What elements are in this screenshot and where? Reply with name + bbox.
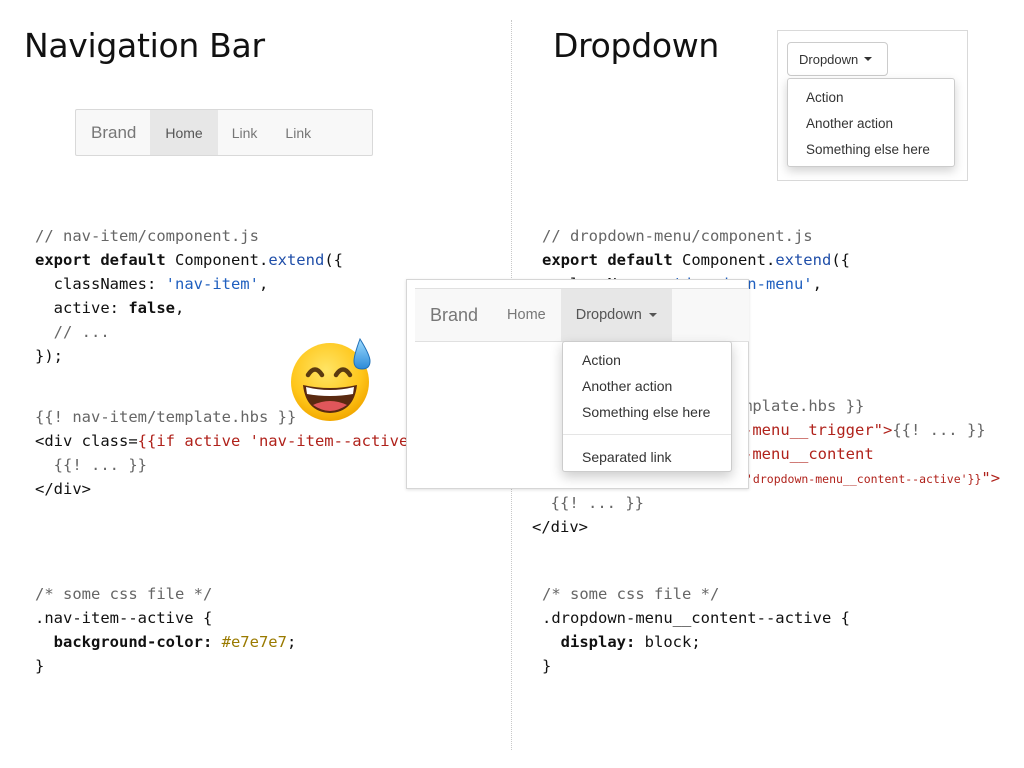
dropdown-menu: Action Another action Something else her… — [562, 341, 732, 472]
navbar-brand[interactable]: Brand — [415, 289, 492, 341]
caret-down-icon — [864, 57, 873, 61]
code-string: 'nav-item' — [165, 275, 259, 293]
code-text: ({ — [831, 251, 850, 269]
code-comment: // dropdown-menu/component.js — [542, 227, 813, 245]
navbar-brand[interactable]: Brand — [76, 110, 150, 155]
code-text: }); — [35, 347, 63, 365]
code-comment: {{! nav-item/template.hbs }} — [35, 408, 297, 426]
code-text: </div> — [35, 480, 91, 498]
nav-item-template-code: {{! nav-item/template.hbs }} <div class=… — [35, 405, 446, 501]
code-text: </div> — [532, 518, 588, 536]
nav-item-link-2[interactable]: Link — [271, 110, 325, 155]
code-comment: {{! ... }} — [532, 494, 644, 512]
dropdown-toggle-button[interactable]: Dropdown — [787, 42, 888, 76]
code-text: ({ — [324, 251, 343, 269]
code-text: } — [35, 657, 45, 675]
dropdown-menu: Action Another action Something else her… — [787, 78, 955, 167]
navbar-example: Brand Home Link Link — [75, 109, 373, 156]
code-text: <div class= — [35, 432, 138, 450]
code-text: , — [258, 275, 269, 293]
nav-item-home[interactable]: Home — [150, 110, 218, 155]
code-text: .nav-item--active { — [35, 609, 213, 627]
caret-down-icon — [648, 313, 657, 317]
dropdown-toggle-label: Dropdown — [799, 51, 859, 67]
dropdown-item-action[interactable]: Action — [788, 85, 954, 111]
dropdown-item-something-else[interactable]: Something else here — [788, 137, 954, 163]
dropdown-item-another-action[interactable]: Another action — [788, 111, 954, 137]
code-text: Component. — [672, 251, 776, 269]
dropdown-item-something-else[interactable]: Something else here — [563, 399, 731, 425]
code-text: } — [542, 657, 552, 675]
code-text: ; — [691, 633, 701, 651]
code-keyword: export default — [35, 251, 166, 269]
nav-dropdown-label: Dropdown — [575, 307, 642, 323]
dropdown-css-code: /* some css file */ .dropdown-menu__cont… — [542, 582, 850, 678]
code-text: ; — [286, 633, 297, 651]
code-keyword: export default — [542, 251, 673, 269]
code-comment: // ... — [35, 323, 110, 341]
nav-item-link-1[interactable]: Link — [218, 110, 272, 155]
code-text: active: — [35, 299, 129, 317]
dropdown-item-action[interactable]: Action — [563, 347, 731, 373]
code-property: display: — [542, 633, 645, 651]
dropdown-item-another-action[interactable]: Another action — [563, 373, 731, 399]
dropdown-title: Dropdown — [553, 26, 720, 65]
nav-item-dropdown[interactable]: Dropdown — [560, 289, 672, 341]
code-property: background-color: — [35, 633, 222, 651]
navbar: Brand Home Dropdown — [415, 288, 749, 342]
code-comment: /* some css file */ — [542, 585, 720, 603]
navigation-bar-title: Navigation Bar — [24, 26, 265, 65]
dropdown-divider — [563, 434, 731, 435]
code-comment: // nav-item/component.js — [35, 227, 259, 245]
code-value: block — [644, 633, 692, 651]
code-value: #e7e7e7 — [221, 633, 287, 651]
code-comment: {{! ... }} — [892, 421, 986, 439]
dropdown-item-separated-link[interactable]: Separated link — [563, 444, 731, 470]
code-comment: {{! ... }} — [35, 456, 147, 474]
grinning-face-with-sweat-icon — [291, 337, 371, 421]
code-text: , — [175, 299, 185, 317]
code-text: Component. — [165, 251, 269, 269]
code-text: , — [812, 275, 822, 293]
dropdown-example: Dropdown Action Another action Something… — [777, 30, 968, 181]
code-function: extend — [268, 251, 325, 269]
code-string: {{if active 'nav-item--active'}} — [137, 432, 437, 450]
nav-item-home[interactable]: Home — [492, 289, 561, 341]
code-string: "> — [981, 469, 1001, 487]
code-text: classNames: — [35, 275, 166, 293]
navbar-dropdown-example: Brand Home Dropdown Action Another actio… — [406, 279, 749, 489]
code-text: .dropdown-menu__content--active { — [542, 609, 850, 627]
code-keyword: false — [128, 299, 175, 317]
code-function: extend — [775, 251, 832, 269]
nav-item-css-code: /* some css file */ .nav-item--active { … — [35, 582, 296, 678]
code-comment: /* some css file */ — [35, 585, 213, 603]
